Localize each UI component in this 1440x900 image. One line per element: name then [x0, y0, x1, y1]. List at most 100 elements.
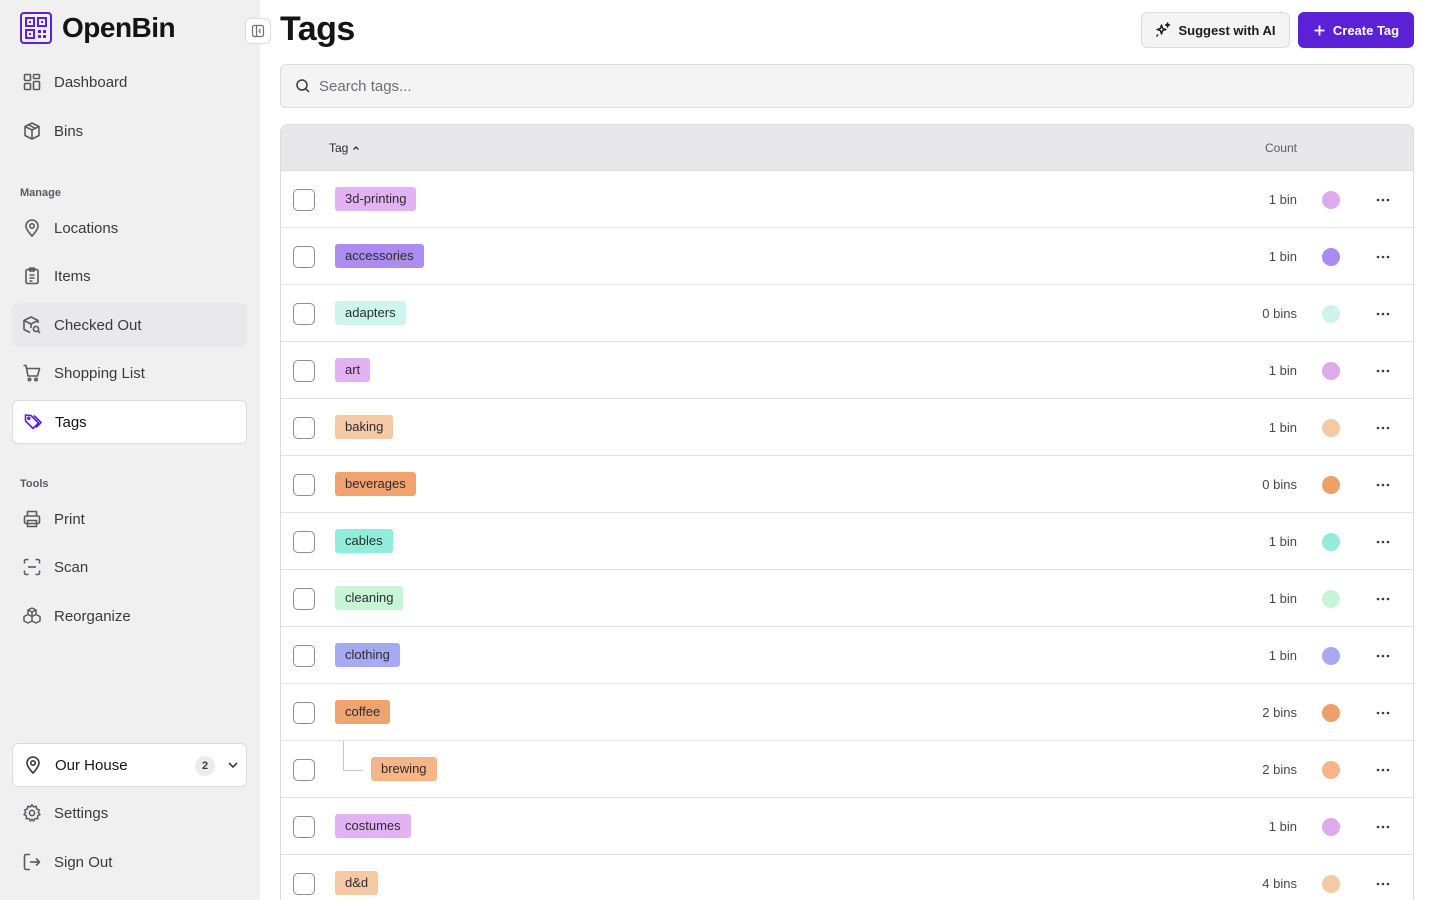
- table-row[interactable]: cleaning 1 bin: [281, 570, 1413, 627]
- nav-locations[interactable]: Locations: [12, 206, 247, 250]
- tag-chip[interactable]: baking: [335, 415, 394, 439]
- row-checkbox[interactable]: [293, 759, 315, 781]
- row-checkbox[interactable]: [293, 360, 315, 382]
- tag-chip[interactable]: 3d-printing: [335, 187, 417, 211]
- column-header-tag[interactable]: Tag: [329, 141, 361, 155]
- nav-reorganize[interactable]: Reorganize: [12, 594, 247, 638]
- row-checkbox[interactable]: [293, 474, 315, 496]
- column-header-count[interactable]: Count: [1265, 141, 1297, 155]
- row-actions-button[interactable]: [1373, 418, 1393, 438]
- tag-color-swatch[interactable]: [1322, 875, 1340, 893]
- tag-color-swatch[interactable]: [1322, 704, 1340, 722]
- nav-scan[interactable]: Scan: [12, 545, 247, 589]
- tag-chip[interactable]: coffee: [335, 700, 391, 724]
- row-checkbox[interactable]: [293, 417, 315, 439]
- table-row[interactable]: coffee 2 bins: [281, 684, 1413, 741]
- tag-chip[interactable]: accessories: [335, 244, 424, 268]
- nav-bins[interactable]: Bins: [12, 109, 247, 153]
- row-actions-button[interactable]: [1373, 190, 1393, 210]
- row-actions-button[interactable]: [1373, 817, 1393, 837]
- row-checkbox[interactable]: [293, 189, 315, 211]
- row-actions-button[interactable]: [1373, 304, 1393, 324]
- table-row[interactable]: accessories 1 bin: [281, 228, 1413, 285]
- row-actions-button[interactable]: [1373, 532, 1393, 552]
- nav-bins-label: Bins: [54, 122, 84, 140]
- tag-chip[interactable]: cables: [335, 529, 393, 553]
- suggest-with-ai-button[interactable]: Suggest with AI: [1141, 12, 1290, 48]
- location-switcher[interactable]: Our House 2: [12, 743, 247, 787]
- tag-chip[interactable]: adapters: [335, 301, 406, 325]
- more-horizontal-icon: [1376, 597, 1390, 601]
- nav-tags[interactable]: Tags: [12, 400, 247, 444]
- row-checkbox[interactable]: [293, 816, 315, 838]
- tag-color-swatch[interactable]: [1322, 305, 1340, 323]
- tag-chip[interactable]: clothing: [335, 643, 400, 667]
- tag-chip[interactable]: d&d: [335, 871, 379, 895]
- table-row[interactable]: brewing 2 bins: [281, 741, 1413, 798]
- nav-scan-label: Scan: [54, 558, 89, 576]
- nav-print[interactable]: Print: [12, 497, 247, 541]
- tag-chip[interactable]: costumes: [335, 814, 411, 838]
- tag-color-swatch[interactable]: [1322, 191, 1340, 209]
- row-checkbox[interactable]: [293, 873, 315, 895]
- tag-color-swatch[interactable]: [1322, 647, 1340, 665]
- tag-color-swatch[interactable]: [1322, 248, 1340, 266]
- table-row[interactable]: costumes 1 bin: [281, 798, 1413, 855]
- column-header-tag-label: Tag: [329, 141, 349, 155]
- nav-sign-out-label: Sign Out: [54, 853, 113, 871]
- table-row[interactable]: d&d 4 bins: [281, 855, 1413, 900]
- map-pin-icon: [25, 219, 39, 238]
- row-actions-button[interactable]: [1373, 703, 1393, 723]
- row-checkbox[interactable]: [293, 303, 315, 325]
- nav-checked-out[interactable]: Checked Out: [12, 303, 247, 347]
- openbin-logo-icon: [20, 12, 52, 44]
- suggest-with-ai-label: Suggest with AI: [1178, 22, 1276, 38]
- tag-color-swatch[interactable]: [1322, 818, 1340, 836]
- nav-sign-out[interactable]: Sign Out: [12, 840, 247, 884]
- row-checkbox[interactable]: [293, 702, 315, 724]
- nav-tags-label: Tags: [55, 413, 87, 431]
- row-actions-button[interactable]: [1373, 247, 1393, 267]
- more-horizontal-icon: [1376, 426, 1390, 430]
- table-row[interactable]: adapters 0 bins: [281, 285, 1413, 342]
- row-actions-button[interactable]: [1373, 475, 1393, 495]
- tag-color-swatch[interactable]: [1322, 590, 1340, 608]
- tag-color-swatch[interactable]: [1322, 362, 1340, 380]
- tag-chip[interactable]: brewing: [371, 757, 437, 781]
- row-checkbox[interactable]: [293, 588, 315, 610]
- nav-items[interactable]: Items: [12, 254, 247, 298]
- more-horizontal-icon: [1376, 369, 1390, 373]
- table-row[interactable]: art 1 bin: [281, 342, 1413, 399]
- nav-dashboard[interactable]: Dashboard: [12, 60, 247, 104]
- row-checkbox[interactable]: [293, 246, 315, 268]
- tag-color-swatch[interactable]: [1322, 419, 1340, 437]
- nav-settings-label: Settings: [54, 804, 109, 822]
- table-row[interactable]: baking 1 bin: [281, 399, 1413, 456]
- tag-color-swatch[interactable]: [1322, 761, 1340, 779]
- sidebar-collapse-button[interactable]: [245, 18, 271, 44]
- table-row[interactable]: beverages 0 bins: [281, 456, 1413, 513]
- tag-color-swatch[interactable]: [1322, 476, 1340, 494]
- search-input[interactable]: [319, 77, 1319, 95]
- tag-count: 1 bin: [1268, 591, 1297, 606]
- nav-settings[interactable]: Settings: [12, 791, 247, 835]
- brand[interactable]: OpenBin: [20, 12, 176, 44]
- row-checkbox[interactable]: [293, 531, 315, 553]
- shopping-cart-icon: [23, 364, 41, 382]
- row-actions-button[interactable]: [1373, 760, 1393, 780]
- table-row[interactable]: cables 1 bin: [281, 513, 1413, 570]
- row-actions-button[interactable]: [1373, 361, 1393, 381]
- row-checkbox[interactable]: [293, 645, 315, 667]
- nav-shopping-list[interactable]: Shopping List: [12, 351, 247, 395]
- create-tag-button[interactable]: Create Tag: [1298, 12, 1414, 48]
- row-actions-button[interactable]: [1373, 874, 1393, 894]
- tag-chip[interactable]: art: [335, 358, 371, 382]
- tag-chip[interactable]: beverages: [335, 472, 416, 496]
- row-actions-button[interactable]: [1373, 589, 1393, 609]
- tag-chip[interactable]: cleaning: [335, 586, 404, 610]
- row-actions-button[interactable]: [1373, 646, 1393, 666]
- location-name: Our House: [55, 756, 128, 774]
- table-row[interactable]: 3d-printing 1 bin: [281, 171, 1413, 228]
- table-row[interactable]: clothing 1 bin: [281, 627, 1413, 684]
- tag-color-swatch[interactable]: [1322, 533, 1340, 551]
